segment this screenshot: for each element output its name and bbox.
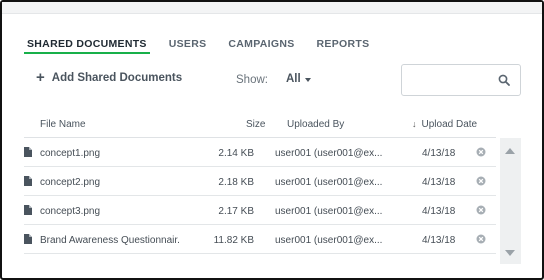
- caret-down-icon: [304, 77, 311, 82]
- table-row[interactable]: concept3.png 2.17 KB user001 (user001@ex…: [24, 196, 496, 225]
- uploaded-by: user001 (user001@ex...: [275, 206, 383, 217]
- table-row[interactable]: concept2.png 2.18 KB user001 (user001@ex…: [24, 167, 496, 196]
- top-strip: [2, 2, 542, 14]
- file-size: 2.17 KB: [218, 206, 254, 217]
- sort-descending-icon: ↓: [412, 119, 417, 129]
- file-name[interactable]: concept2.png: [40, 177, 100, 188]
- upload-date: 4/13/18: [422, 206, 456, 217]
- column-header-file-name[interactable]: File Name: [40, 119, 86, 130]
- search-input[interactable]: [408, 71, 494, 89]
- remove-icon[interactable]: [476, 234, 486, 244]
- show-filter-label: Show:: [236, 74, 268, 86]
- uploaded-by: user001 (user001@ex...: [275, 235, 383, 246]
- remove-icon[interactable]: [476, 205, 486, 215]
- file-name[interactable]: concept3.png: [40, 206, 100, 217]
- upload-date: 4/13/18: [422, 148, 456, 159]
- file-size: 11.82 KB: [213, 235, 254, 246]
- file-name[interactable]: Brand Awareness Questionnair...: [40, 235, 180, 246]
- add-shared-documents-button[interactable]: + Add Shared Documents: [36, 69, 183, 86]
- scroll-down-arrow-icon[interactable]: [505, 250, 515, 256]
- table-scrollbar[interactable]: [500, 138, 521, 264]
- add-shared-documents-label: Add Shared Documents: [51, 72, 183, 84]
- document-icon: [24, 176, 32, 186]
- show-filter-value: All: [286, 73, 301, 85]
- upload-date: 4/13/18: [422, 235, 456, 246]
- search-icon[interactable]: [498, 74, 510, 86]
- uploaded-by: user001 (user001@ex...: [275, 148, 383, 159]
- table-row[interactable]: concept1.png 2.14 KB user001 (user001@ex…: [24, 138, 496, 167]
- remove-icon[interactable]: [476, 147, 486, 157]
- plus-icon: +: [36, 69, 45, 86]
- document-icon: [24, 234, 32, 244]
- tab-bar: SHARED DOCUMENTS USERS CAMPAIGNS REPORTS: [24, 38, 391, 54]
- file-size: 2.18 KB: [218, 177, 254, 188]
- file-name[interactable]: concept1.png: [40, 148, 100, 159]
- upload-date-header-label: Upload Date: [421, 119, 478, 130]
- document-icon: [24, 147, 32, 157]
- tab-shared-documents[interactable]: SHARED DOCUMENTS: [24, 38, 150, 54]
- file-size: 2.14 KB: [218, 148, 254, 159]
- uploaded-by: user001 (user001@ex...: [275, 177, 383, 188]
- tab-campaigns[interactable]: CAMPAIGNS: [228, 38, 294, 54]
- table-row[interactable]: Brand Awareness Questionnair... 11.82 KB…: [24, 225, 496, 254]
- show-filter-dropdown[interactable]: All: [286, 73, 311, 85]
- table-header: File Name Size Uploaded By ↓ Upload Date: [24, 116, 496, 138]
- column-header-upload-date[interactable]: ↓ Upload Date: [412, 119, 477, 130]
- remove-icon[interactable]: [476, 176, 486, 186]
- scroll-up-arrow-icon[interactable]: [505, 148, 515, 154]
- search-box: [401, 64, 521, 96]
- document-icon: [24, 205, 32, 215]
- tab-reports[interactable]: REPORTS: [317, 38, 370, 54]
- tab-users[interactable]: USERS: [169, 38, 207, 54]
- column-header-size[interactable]: Size: [246, 119, 265, 130]
- documents-table-body: concept1.png 2.14 KB user001 (user001@ex…: [24, 138, 496, 254]
- upload-date: 4/13/18: [422, 177, 456, 188]
- column-header-uploaded-by[interactable]: Uploaded By: [287, 119, 344, 130]
